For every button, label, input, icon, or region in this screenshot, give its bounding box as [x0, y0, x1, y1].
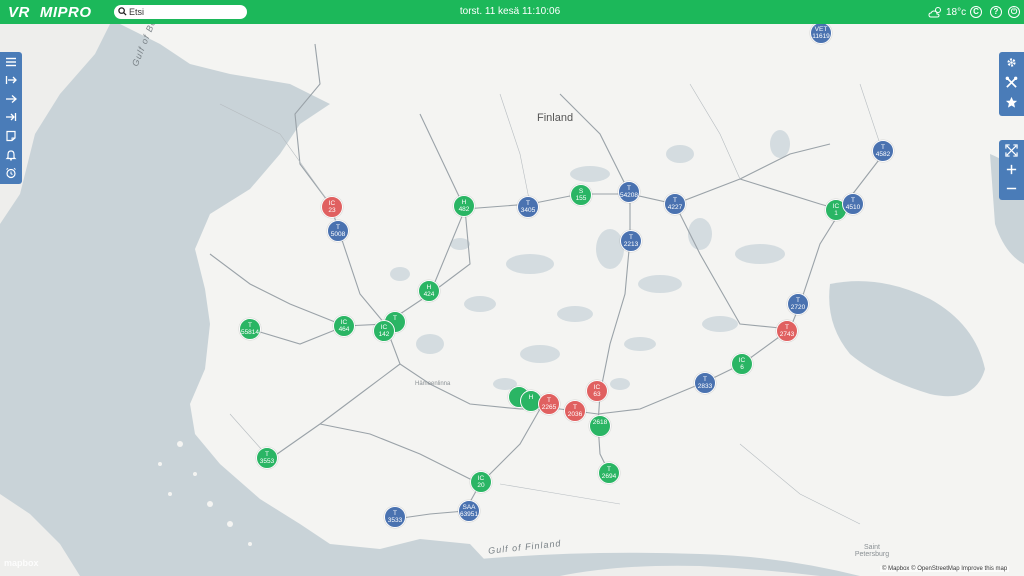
temperature: 18°c: [946, 6, 967, 18]
train-marker[interactable]: 2618: [589, 415, 611, 437]
train-marker[interactable]: T 4510: [842, 193, 864, 215]
logo[interactable]: VR MIPRO: [8, 2, 92, 22]
alarm-clock-icon[interactable]: [5, 167, 17, 179]
train-marker[interactable]: T 2743: [776, 320, 798, 342]
train-marker[interactable]: T 2694: [598, 462, 620, 484]
train-marker[interactable]: T 3405: [517, 196, 539, 218]
logo-name: MIPRO: [39, 3, 92, 21]
right-toolbar-zoom: [999, 140, 1024, 200]
train-marker[interactable]: IC 23: [321, 196, 343, 218]
zoom-in-icon[interactable]: [1005, 163, 1018, 176]
search-input[interactable]: [129, 5, 239, 19]
train-marker[interactable]: IC 20: [470, 471, 492, 493]
weather: 18°c: [928, 4, 966, 20]
search-box[interactable]: [114, 5, 247, 19]
train-marker[interactable]: IC 142: [373, 320, 395, 342]
clock: torst. 11 kesä 11:10:06: [459, 6, 561, 17]
map-base: [0, 24, 1024, 576]
train-marker[interactable]: T 2213: [620, 230, 642, 252]
arrow-right-icon[interactable]: [5, 93, 17, 105]
note-icon[interactable]: [5, 130, 17, 142]
arrow-to-bar-icon[interactable]: [5, 111, 17, 123]
country-label: Finland: [537, 112, 574, 124]
train-marker[interactable]: IC 464: [333, 315, 355, 337]
copyright-icon[interactable]: C: [970, 6, 982, 18]
weather-icon: [928, 7, 941, 18]
train-marker[interactable]: T 3553: [256, 447, 278, 469]
train-marker[interactable]: S 155: [570, 184, 592, 206]
left-toolbar: [0, 52, 22, 184]
tools-icon[interactable]: [1005, 76, 1018, 89]
help-icon[interactable]: ?: [990, 6, 1002, 18]
top-bar: VR MIPRO torst. 11 kesä 11:10:06 18°c C …: [0, 0, 1024, 24]
arrow-right-bar-icon[interactable]: [5, 74, 17, 86]
place-label: Saint Petersburg: [854, 544, 890, 558]
logo-vr: VR: [8, 3, 30, 21]
right-toolbar-settings: [999, 52, 1024, 116]
train-marker[interactable]: H 424: [418, 280, 440, 302]
map[interactable]: Finland Gulf of Bothnia Gulf of Finland …: [0, 24, 1024, 576]
train-marker[interactable]: T 2720: [787, 293, 809, 315]
train-marker[interactable]: T 3533: [384, 506, 406, 528]
train-marker[interactable]: T 2833: [694, 372, 716, 394]
train-marker[interactable]: T 2036: [564, 400, 586, 422]
train-marker[interactable]: IC 6: [731, 353, 753, 375]
power-icon[interactable]: ⏻: [1008, 6, 1020, 18]
star-icon[interactable]: [1005, 96, 1018, 109]
train-marker[interactable]: IC 63: [586, 380, 608, 402]
bell-icon[interactable]: [5, 149, 17, 161]
fullscreen-icon[interactable]: [1005, 144, 1018, 157]
search-icon: [118, 7, 127, 16]
train-marker[interactable]: T 4582: [872, 140, 894, 162]
menu-icon[interactable]: [5, 56, 17, 68]
gear-icon[interactable]: [1005, 56, 1018, 69]
place-label: Hämeenlinna: [415, 381, 451, 387]
train-marker[interactable]: SAA 63951: [458, 500, 480, 522]
train-marker[interactable]: T 55814: [239, 318, 261, 340]
zoom-out-icon[interactable]: [1005, 182, 1018, 195]
train-marker[interactable]: T 5008: [327, 220, 349, 242]
train-marker[interactable]: H 482: [453, 195, 475, 217]
mapbox-watermark: mapbox: [4, 558, 39, 568]
map-attribution[interactable]: © Mapbox © OpenStreetMap Improve this ma…: [880, 566, 1010, 572]
train-marker[interactable]: T 2265: [538, 393, 560, 415]
train-marker[interactable]: T 4227: [664, 193, 686, 215]
train-marker[interactable]: T 54208: [618, 181, 640, 203]
